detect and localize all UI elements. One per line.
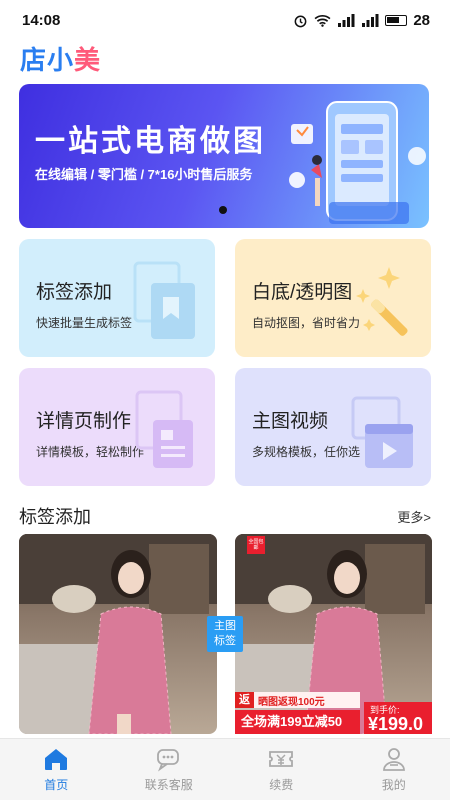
feature-card-label-add[interactable]: 标签添加 快速批量生成标签 — [19, 239, 215, 357]
status-icons: 28 — [293, 12, 430, 29]
nav-label: 续费 — [269, 778, 294, 792]
ticket-yen-icon — [269, 751, 294, 767]
nav-customer-service[interactable]: 联系客服 — [113, 739, 226, 800]
feature-desc: 多规格模板，任你选 — [252, 445, 361, 459]
battery-icon — [385, 14, 408, 26]
chat-icon — [156, 749, 179, 772]
feature-title: 标签添加 — [36, 282, 113, 303]
price-value: ¥199.0 — [368, 714, 424, 734]
cashback-text: 晒图返现100元 — [258, 696, 325, 708]
free-shipping-badge: 全国包邮 — [247, 536, 265, 554]
more-link[interactable]: 更多> — [397, 507, 431, 526]
bottom-nav: 首页 联系客服 续费 我的 — [0, 738, 450, 800]
main-image-tag-label: 主图 标签 — [207, 616, 243, 652]
feature-title: 白底/透明图 — [252, 282, 353, 303]
section-title: 标签添加 — [19, 507, 91, 527]
document-icon — [135, 390, 193, 468]
nav-label: 我的 — [381, 778, 406, 792]
feature-card-main-video[interactable]: 主图视频 多规格模板，任你选 — [235, 368, 431, 486]
cashback-mark: 返 — [235, 692, 254, 708]
alarm-icon — [294, 15, 307, 27]
cashback-banner: 返 晒图返现100元 — [235, 692, 360, 708]
magic-wand-icon — [356, 267, 408, 336]
battery-level: 28 — [413, 11, 430, 29]
feature-card-white-bg[interactable]: 白底/透明图 自动抠图，省时省力 — [235, 239, 431, 357]
feature-title: 详情页制作 — [36, 411, 132, 432]
template-tile[interactable] — [19, 534, 217, 734]
tag-line: 主图 — [214, 620, 236, 632]
phone-illustration-icon — [289, 101, 426, 224]
logo-text: 店小 — [20, 44, 75, 75]
logo-text-accent: 美 — [74, 44, 102, 75]
video-clapper-icon — [351, 396, 413, 468]
nav-mine[interactable]: 我的 — [338, 739, 450, 800]
nav-label: 首页 — [44, 778, 69, 792]
feature-title: 主图视频 — [252, 411, 329, 432]
feature-desc: 自动抠图，省时省力 — [252, 316, 361, 330]
discount-banner: 全场满199立减50 — [235, 710, 360, 734]
bookmark-icon — [133, 261, 195, 339]
signal-icon — [338, 13, 355, 27]
banner-subtitle: 在线编辑 / 零门槛 / 7*16小时售后服务 — [35, 167, 253, 182]
promo-banner[interactable]: 一站式电商做图 在线编辑 / 零门槛 / 7*16小时售后服务 — [19, 84, 429, 228]
carousel-indicator[interactable] — [219, 206, 227, 214]
model-photo — [19, 534, 217, 734]
section-header: 标签添加 更多> — [19, 503, 431, 529]
feature-desc: 详情模板，轻松制作 — [36, 445, 145, 459]
feature-desc: 快速批量生成标签 — [36, 316, 133, 330]
status-time: 14:08 — [22, 11, 61, 29]
wifi-icon — [314, 14, 331, 27]
user-icon — [382, 748, 405, 771]
nav-home[interactable]: 首页 — [0, 739, 113, 800]
nav-label: 联系客服 — [144, 778, 193, 792]
nav-renew[interactable]: 续费 — [225, 739, 338, 800]
home-icon — [45, 749, 68, 770]
feature-card-detail-page[interactable]: 详情页制作 详情模板，轻松制作 — [19, 368, 215, 486]
app-logo: 店小美 — [20, 42, 102, 75]
banner-title: 一站式电商做图 — [35, 125, 266, 158]
price-box: 到手价: ¥199.0 — [364, 702, 432, 734]
status-bar: 14:08 28 — [0, 0, 450, 40]
tag-line: 标签 — [214, 635, 236, 647]
signal-icon-2 — [362, 13, 379, 27]
